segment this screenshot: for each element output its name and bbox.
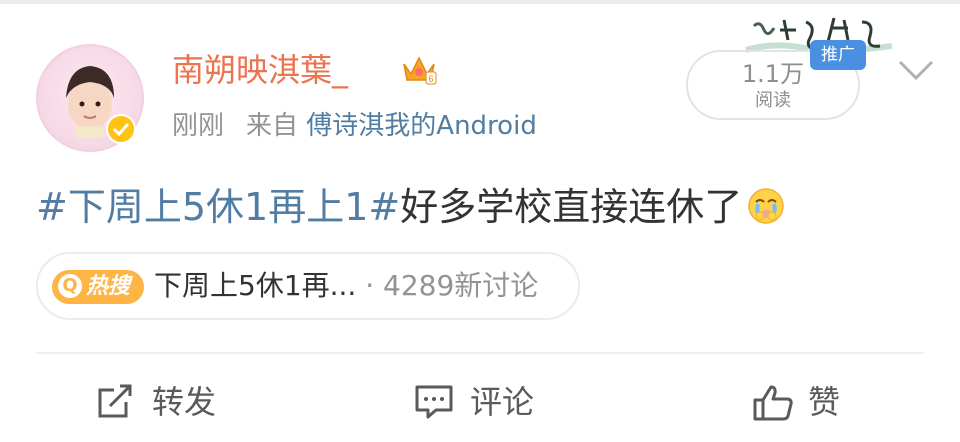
verified-badge-icon — [106, 114, 136, 144]
comment-label: 评论 — [470, 383, 535, 421]
hot-search-count: · 4289新讨论 — [365, 269, 539, 302]
hashtag-link[interactable]: #下周上5休1再上1# — [36, 185, 400, 229]
vip-crown-icon: 6 — [403, 56, 437, 85]
post-body: 好多学校直接连休了 — [400, 185, 743, 229]
chevron-down-icon[interactable] — [896, 58, 936, 82]
hot-search-badge-label: 热搜 — [86, 274, 131, 299]
svg-text:6: 6 — [428, 74, 433, 84]
like-button[interactable]: 赞 — [752, 378, 872, 426]
thumbs-up-icon — [753, 385, 793, 421]
comment-icon — [415, 385, 453, 419]
hot-search-text: 下周上5休1再... · 4289新讨论 — [154, 268, 538, 304]
hot-search-topic: 下周上5休1再... — [154, 269, 357, 302]
promo-badge: 推广 — [810, 40, 866, 70]
like-label: 赞 — [808, 383, 841, 421]
repost-button[interactable]: 转发 — [96, 378, 256, 426]
search-icon: Q — [58, 274, 82, 298]
comment-button[interactable]: 评论 — [414, 378, 574, 426]
hot-search-badge: Q 热搜 — [52, 270, 144, 304]
reads-label: 阅读 — [755, 90, 791, 111]
post-text: #下周上5休1再上1#好多学校直接连休了 — [36, 182, 786, 232]
source-prefix: 来自 — [246, 111, 299, 141]
repost-label: 转发 — [152, 383, 217, 421]
crying-face-icon — [748, 188, 784, 224]
source-link[interactable]: 傅诗淇我的Android — [306, 111, 537, 141]
hot-search-pill[interactable]: Q 热搜 下周上5休1再... · 4289新讨论 — [36, 252, 580, 320]
username[interactable]: 南朔映淇葉_ — [172, 50, 348, 90]
repost-icon — [98, 384, 132, 418]
post-meta: 刚刚 来自 傅诗淇我的Android — [172, 108, 537, 144]
top-divider — [0, 0, 960, 4]
post-time: 刚刚 — [172, 111, 225, 141]
actions-divider — [36, 352, 924, 354]
